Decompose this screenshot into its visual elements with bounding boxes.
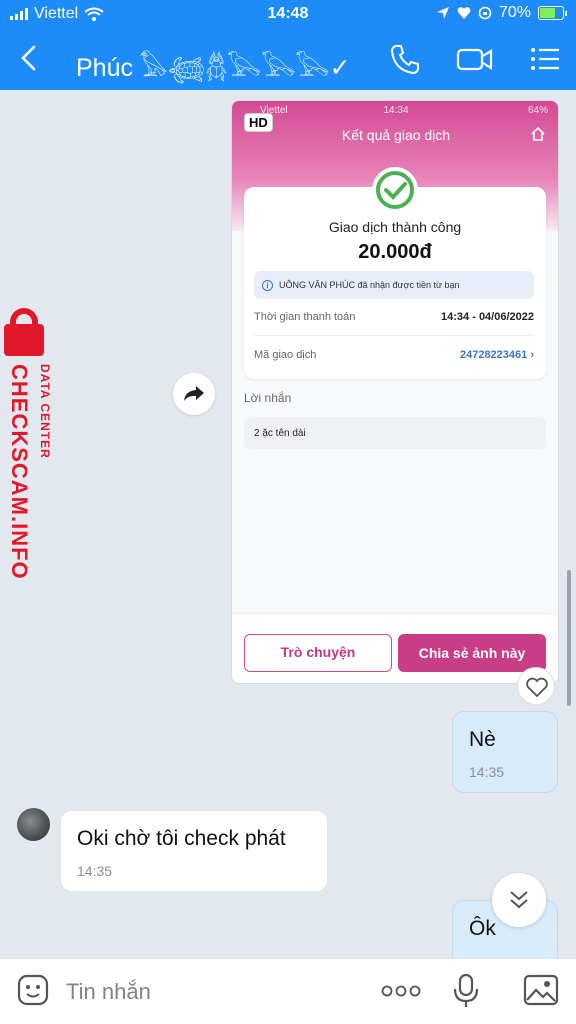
react-button[interactable] — [517, 667, 555, 705]
message-bubble[interactable]: Nè 14:35 — [452, 711, 558, 793]
back-icon[interactable] — [14, 42, 44, 74]
sticker-icon[interactable] — [16, 973, 50, 1007]
watermark-text: CHECKSCAM.INFO — [7, 364, 32, 580]
chat-header: Phúc 𓅃𓆉𓆣𓅂𓅂𓅂✓ — [0, 28, 576, 90]
image-screen-title: Kết quả giao dịch — [341, 127, 451, 143]
forward-button[interactable] — [173, 373, 215, 415]
battery-icon — [538, 6, 567, 20]
image-message[interactable]: Viettel 14:34 64% Kết quả giao dịch HD G… — [231, 100, 559, 684]
chevron-right-icon: › — [530, 349, 534, 361]
transaction-id-row: Mã giao dịch 24728223461 › — [254, 349, 534, 361]
success-check-icon — [372, 167, 418, 213]
scrollbar[interactable] — [567, 570, 571, 706]
info-icon: i — [262, 279, 273, 291]
receiver-notice: i UÔNG VĂN PHÚC đã nhận được tiền từ bạn — [254, 271, 534, 299]
status-bar: Viettel 14:48 70% — [0, 0, 576, 28]
note-text: 2 ặc tên dài — [244, 417, 546, 449]
more-icon[interactable] — [380, 981, 422, 1001]
message-input[interactable]: Tin nhắn — [66, 979, 151, 1005]
image-button-bar: Trò chuyện Chia sẻ ảnh này — [232, 613, 558, 683]
chevron-double-down-icon — [510, 891, 528, 909]
microphone-icon[interactable] — [452, 973, 480, 1009]
note-label: Lời nhắn — [244, 391, 292, 405]
image-icon[interactable] — [522, 973, 560, 1007]
message-input-bar: Tin nhắn — [0, 958, 576, 1024]
chat-area[interactable]: Viettel 14:34 64% Kết quả giao dịch HD G… — [0, 90, 576, 958]
watermark: CHECKSCAM.INFO DATA CENTER — [4, 308, 64, 598]
top-bar: Viettel 14:48 70% Phúc 𓅃𓆉𓆣𓅂𓅂𓅂✓ — [0, 0, 576, 90]
heart-status-icon — [457, 7, 471, 19]
chat-button: Trò chuyện — [244, 634, 392, 672]
success-text: Giao dịch thành công — [328, 219, 462, 235]
avatar[interactable] — [17, 808, 50, 841]
scroll-down-button[interactable] — [492, 873, 546, 927]
video-call-icon[interactable] — [456, 42, 494, 76]
battery-percent: 70% — [498, 4, 531, 21]
payment-time-row: Thời gian thanh toán 14:34 - 04/06/2022 — [254, 311, 534, 323]
share-image-button: Chia sẻ ảnh này — [398, 634, 546, 672]
divider — [254, 335, 534, 336]
transaction-card: Giao dịch thành công 20.000đ i UÔNG VĂN … — [244, 167, 546, 379]
rotation-lock-icon — [478, 6, 492, 20]
menu-icon[interactable] — [528, 42, 562, 76]
amount: 20.000đ — [358, 241, 432, 263]
phone-icon[interactable] — [388, 42, 422, 76]
contact-name[interactable]: Phúc 𓅃𓆉𓆣𓅂𓅂𓅂✓ — [76, 44, 351, 85]
heart-icon — [526, 677, 548, 698]
watermark-subtext: DATA CENTER — [38, 364, 52, 459]
home-icon — [531, 126, 545, 141]
message-bubble[interactable]: Oki chờ tôi check phát 14:35 — [60, 810, 328, 892]
hd-badge: HD — [244, 113, 273, 132]
forward-icon — [184, 386, 204, 401]
location-icon — [436, 7, 449, 19]
